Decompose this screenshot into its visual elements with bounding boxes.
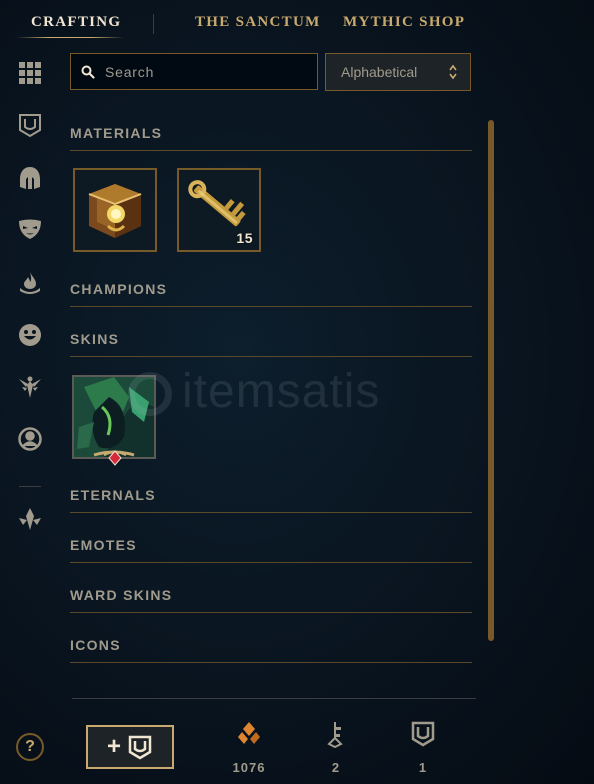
footer-divider <box>72 698 476 699</box>
ward-icon[interactable] <box>16 373 44 401</box>
mask-icon[interactable] <box>16 215 44 243</box>
nav-divider <box>153 14 154 34</box>
key-count: 15 <box>236 230 253 246</box>
section-skins[interactable]: SKINS <box>70 331 472 357</box>
section-champions[interactable]: CHAMPIONS <box>70 281 472 307</box>
search-icon <box>81 65 95 79</box>
chest-count-value: 1 <box>418 760 428 775</box>
chest-icon[interactable] <box>16 111 44 139</box>
skin-shard-tile[interactable] <box>72 375 156 459</box>
search-input[interactable] <box>95 62 317 81</box>
add-chest-button[interactable]: + <box>86 725 174 769</box>
plus-label: + <box>106 733 121 760</box>
sort-selected-label: Alphabetical <box>341 64 418 80</box>
section-emotes[interactable]: EMOTES <box>70 537 472 563</box>
emblem-icon[interactable] <box>16 505 44 533</box>
profile-icon[interactable] <box>16 425 44 453</box>
watermark: itemsatis <box>128 364 380 419</box>
help-button[interactable]: ? <box>16 733 44 761</box>
tab-the-sanctum[interactable]: THE SANCTUM <box>195 14 321 31</box>
sidebar <box>0 52 60 592</box>
active-tab-underline <box>16 37 124 38</box>
gem-badge-icon <box>104 450 126 466</box>
tab-crafting[interactable]: CRAFTING <box>31 14 121 31</box>
currency-orange-essence: 1076 <box>219 720 279 775</box>
helmet-icon[interactable] <box>16 164 44 192</box>
top-navigation: CRAFTING THE SANCTUM MYTHIC SHOP <box>0 0 594 44</box>
section-icons[interactable]: ICONS <box>70 637 472 663</box>
orange-essence-value: 1076 <box>232 760 266 775</box>
currency-chest: 1 <box>393 720 453 775</box>
sidebar-divider <box>19 486 41 487</box>
chest-icon <box>75 170 155 250</box>
red-gem-icon <box>93 450 135 457</box>
chest-icon <box>411 721 435 747</box>
material-hextech-chest[interactable] <box>73 168 157 252</box>
sort-dropdown[interactable]: Alphabetical <box>325 53 471 91</box>
section-materials[interactable]: MATERIALS <box>70 125 472 151</box>
orange-essence-icon <box>238 722 260 744</box>
grid-icon[interactable] <box>16 59 44 87</box>
material-hextech-key[interactable]: 15 <box>177 168 261 252</box>
smiley-icon[interactable] <box>16 321 44 349</box>
chevron-updown-icon <box>449 64 457 80</box>
currency-key-fragment: 2 <box>306 720 366 775</box>
key-fragment-icon <box>327 722 343 748</box>
flame-icon[interactable] <box>16 269 44 297</box>
chest-icon <box>128 735 152 760</box>
key-fragment-value: 2 <box>331 760 341 775</box>
section-ward-skins[interactable]: WARD SKINS <box>70 587 472 613</box>
scrollbar[interactable] <box>488 120 494 641</box>
tab-mythic-shop[interactable]: MYTHIC SHOP <box>343 14 465 31</box>
search-box <box>70 53 318 90</box>
section-eternals[interactable]: ETERNALS <box>70 487 472 513</box>
